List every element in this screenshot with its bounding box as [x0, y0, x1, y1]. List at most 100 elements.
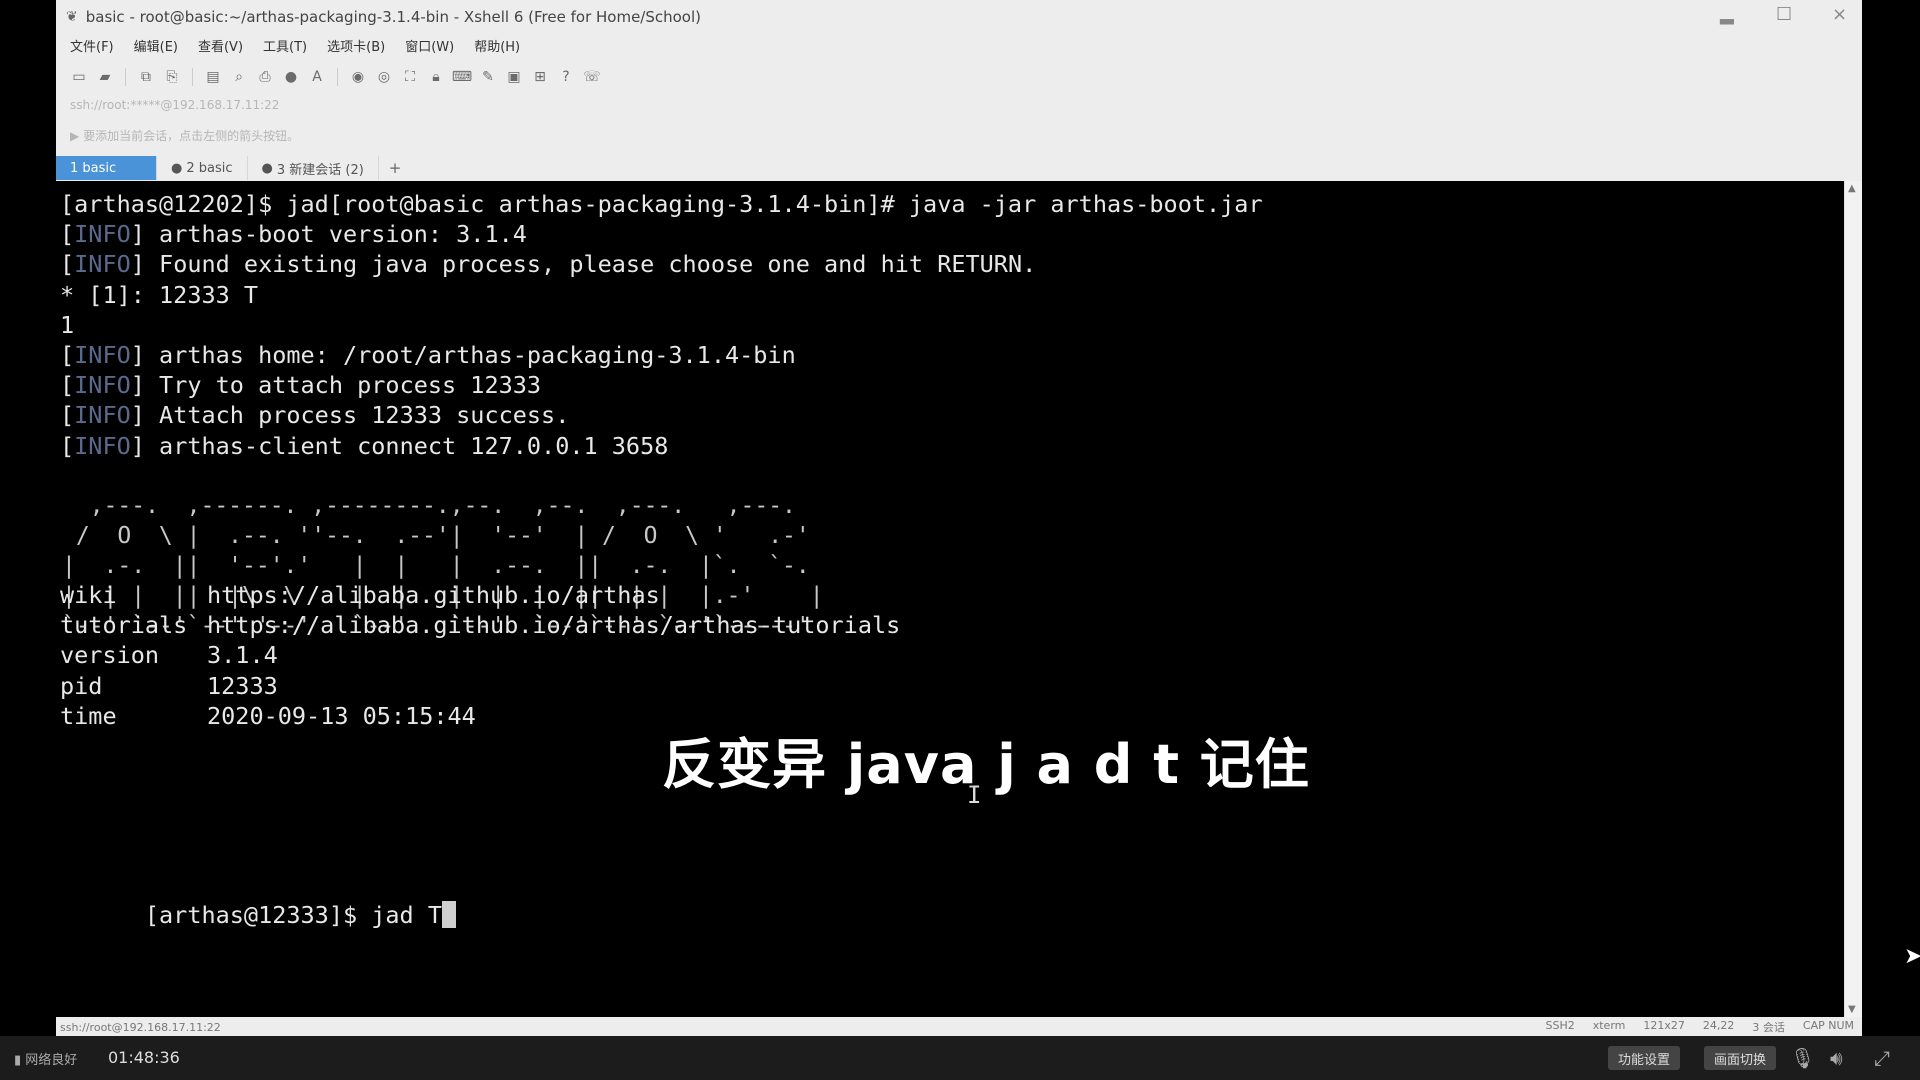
chat-icon[interactable]: ☏ [583, 68, 601, 86]
xshell-window: ❦ basic - root@basic:~/arthas-packaging-… [56, 0, 1863, 1036]
menu-bar: 文件(F) 编辑(E) 查看(V) 工具(T) 选项卡(B) 窗口(W) 帮助(… [70, 36, 520, 58]
paste-icon[interactable]: ⎘ [163, 68, 181, 86]
info-key: pid [60, 671, 103, 700]
compose-icon[interactable]: ▣ [505, 68, 523, 86]
toolbar-divider [337, 68, 338, 86]
tab-label: 1 basic [70, 160, 117, 176]
scroll-up-icon[interactable]: ▲ [1848, 183, 1856, 194]
address-bar[interactable]: ssh://root:*****@192.168.17.11:22 [70, 98, 279, 112]
close-icon[interactable]: × [1832, 4, 1847, 25]
xftp-icon[interactable]: ◉ [349, 68, 367, 86]
terminal-text: [ [60, 250, 75, 279]
add-tab-button[interactable]: + [379, 156, 412, 180]
menu-window[interactable]: 窗口(W) [405, 36, 454, 58]
window-title: basic - root@basic:~/arthas-packaging-3.… [85, 8, 701, 26]
terminal-text: * [1]: 12333 T [60, 280, 259, 309]
menu-view[interactable]: 查看(V) [198, 36, 243, 58]
terminal-text: [ [60, 341, 75, 369]
terminal-line: [INFO] Found existing java process, plea… [60, 249, 1036, 279]
minimize-icon[interactable]: ▂ [1720, 4, 1734, 25]
terminal-scrollbar[interactable]: ▲ ▼ [1844, 181, 1863, 1017]
menu-file[interactable]: 文件(F) [70, 36, 114, 58]
mic-off-icon[interactable]: 🎙︎ [1790, 1046, 1815, 1070]
session-hint-text: 要添加当前会话，点击左侧的箭头按钮。 [83, 129, 300, 143]
status-sessions: 3 会话 [1752, 1021, 1785, 1034]
settings-button[interactable]: 功能设置 [1608, 1046, 1681, 1070]
color-scheme-icon[interactable]: ● [282, 68, 300, 86]
switch-view-button[interactable]: 画面切换 [1704, 1046, 1777, 1070]
terminal-text: ] Found existing java process, please ch… [130, 250, 1037, 279]
find-icon[interactable]: ⌕ [230, 68, 248, 86]
info-row: version 3.1.4 [60, 640, 278, 670]
tab-label: 3 新建会话 (2) [276, 162, 364, 178]
network-status: ▮ 网络良好 [14, 1049, 77, 1068]
info-row: time 2020-09-13 05:15:44 [60, 701, 476, 731]
playback-time: 01:48:36 [108, 1048, 180, 1067]
terminal-line: [INFO] arthas home: /root/arthas-packagi… [60, 340, 796, 370]
terminal-line: 1 [60, 310, 74, 340]
terminal-line: * [1]: 12333 T [60, 280, 258, 310]
status-items: SSH2 xterm 121x27 24,22 3 会话 CAP NUM [1545, 1019, 1854, 1035]
session-tabs: 1 basic ● 2 basic ● 3 新建会话 (2) + [56, 156, 1862, 180]
menu-help[interactable]: 帮助(H) [474, 36, 520, 58]
new-session-icon[interactable]: ▭ [70, 68, 88, 86]
fullscreen-toggle-icon[interactable]: ⛶ [401, 68, 419, 86]
log-level-tag: INFO [74, 401, 131, 430]
fullscreen-icon[interactable]: ⤢ [1874, 1046, 1890, 1070]
xmanager-icon[interactable]: ◎ [375, 68, 393, 86]
title-bar: ❦ basic - root@basic:~/arthas-packaging-… [56, 0, 1862, 34]
lock-icon[interactable]: 🔒︎ [427, 68, 445, 86]
keyboard-icon[interactable]: ⌨ [452, 68, 472, 86]
copy-icon[interactable]: ⧉ [137, 68, 155, 86]
terminal-prompt[interactable]: [arthas@12333]$ jad T [60, 870, 457, 960]
properties-icon[interactable]: ▤ [204, 68, 222, 86]
terminal-text: ] arthas home: /root/arthas-packaging-3.… [130, 341, 796, 369]
menu-tabs[interactable]: 选项卡(B) [327, 36, 385, 58]
terminal-text: ] arthas-boot version: 3.1.4 [130, 220, 527, 249]
help-icon[interactable]: ? [557, 68, 575, 86]
info-row: pid 12333 [60, 671, 278, 701]
tab-basic-1[interactable]: 1 basic [56, 156, 157, 180]
screen-margin [1862, 0, 1920, 1036]
terminal-text: [ [60, 220, 75, 249]
info-key: time [60, 701, 117, 730]
tab-new-session[interactable]: ● 3 新建会话 (2) [248, 156, 379, 180]
status-protocol: SSH2 [1545, 1019, 1575, 1032]
status-dot-icon: ● [171, 160, 183, 176]
print-icon[interactable]: ⎙ [256, 68, 274, 86]
info-key: version [60, 641, 160, 670]
info-row: wiki https://alibaba.github.io/arthas [60, 580, 660, 610]
info-value: https://alibaba.github.io/arthas [207, 581, 660, 609]
status-bar: ssh://root@192.168.17.11:22 SSH2 xterm 1… [56, 1018, 1862, 1036]
status-dot-icon: ● [261, 160, 273, 176]
terminal-line: [arthas@12202]$ jad[root@basic arthas-pa… [60, 189, 1263, 219]
tab-basic-2[interactable]: ● 2 basic [157, 156, 248, 180]
bookmark-icon[interactable]: ▶ [70, 129, 79, 143]
terminal-line: [INFO] Try to attach process 12333 [60, 370, 541, 400]
terminal-text: 1 [60, 310, 75, 339]
script-icon[interactable]: ✎ [479, 68, 497, 86]
terminal-text: ] Try to attach process 12333 [130, 371, 542, 400]
open-folder-icon[interactable]: ▰ [96, 68, 114, 86]
scroll-down-icon[interactable]: ▼ [1848, 1004, 1856, 1015]
address-text[interactable]: ssh://root:*****@192.168.17.11:22 [70, 98, 279, 112]
terminal-line: [INFO] arthas-client connect 127.0.0.1 3… [60, 431, 668, 461]
menu-edit[interactable]: 编辑(E) [134, 36, 178, 58]
network-label: 网络良好 [25, 1053, 78, 1068]
terminal-text: [ [60, 431, 75, 460]
layout-icon[interactable]: ⊞ [531, 68, 549, 86]
info-key: tutorials [60, 611, 188, 640]
font-icon[interactable]: A [308, 68, 326, 86]
toolbar-divider [192, 68, 193, 86]
log-level-tag: INFO [74, 250, 131, 279]
prompt-text: [arthas@12333]$ jad T [144, 901, 443, 929]
terminal-text: [arthas@12202]$ jad[root@basic arthas-pa… [60, 190, 1263, 218]
log-level-tag: INFO [74, 431, 131, 460]
volume-icon[interactable]: 🔊︎ [1830, 1046, 1843, 1070]
terminal-area[interactable]: [arthas@12202]$ jad[root@basic arthas-pa… [56, 181, 1844, 1017]
menu-tools[interactable]: 工具(T) [263, 36, 307, 58]
log-level-tag: INFO [74, 341, 131, 369]
status-connection: ssh://root@192.168.17.11:22 [60, 1020, 221, 1034]
maximize-icon[interactable]: ☐ [1776, 4, 1792, 25]
info-key: wiki [60, 581, 117, 609]
